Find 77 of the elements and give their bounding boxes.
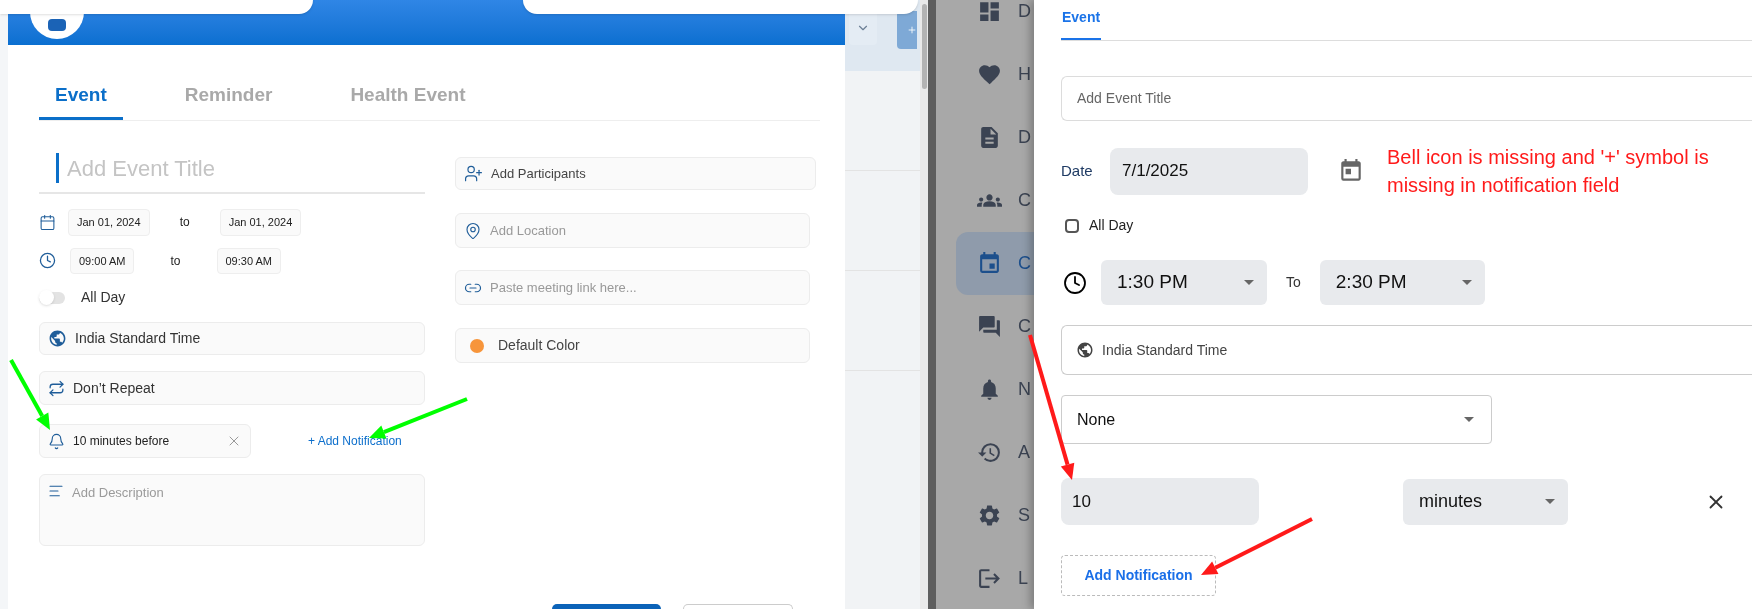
location-field[interactable]: Add Location [455,213,810,248]
sidebar-item[interactable]: L [956,547,1034,609]
date-chip[interactable]: 09:00 AM [70,247,135,274]
calendar-icon [977,251,1002,276]
sidebar-item[interactable]: C [956,295,1034,358]
sidebar-item[interactable]: C [956,169,1034,232]
range-separator: to [179,214,190,232]
tab[interactable]: Event [1061,0,1102,40]
dropdown-icon [1244,280,1254,285]
dropdown-icon [1461,280,1472,285]
add-button[interactable] [897,11,917,49]
date-chip[interactable]: Jan 01, 2024 [68,209,150,236]
repeat-select[interactable]: None [1061,395,1492,444]
tab[interactable]: Event [39,73,123,120]
secondary-button[interactable] [683,604,793,609]
chat-icon [977,314,1002,339]
annotation-note: Bell icon is missing and '+' symbol is missing in notification field [1387,145,1710,198]
start-time-select[interactable]: 1:30 PM [1101,260,1267,305]
history-icon [977,440,1002,465]
description-field[interactable]: Add Description [39,474,425,546]
plus-icon [907,25,917,35]
repeat-field[interactable]: Don’t Repeat [39,371,425,405]
logout-icon [977,566,1002,591]
calendar-icon [39,213,56,231]
meeting-link-input[interactable]: Paste meeting link here... [490,277,750,298]
heart-icon [977,62,1002,87]
sidebar-item[interactable]: N [956,358,1034,421]
add-person-icon [464,164,483,183]
dashboard-icon [977,0,1002,24]
timezone-field[interactable]: India Standard Time [1061,325,1752,375]
globe-icon [1076,341,1094,359]
date-label: Date [1061,160,1094,181]
time-separator: To [1286,273,1301,292]
range-separator: to [170,252,181,270]
calendar-icon[interactable] [1338,158,1364,184]
all-day-toggle[interactable] [39,291,65,304]
settings-icon [977,503,1002,528]
sidebar-item[interactable]: D [956,0,1034,43]
timezone-field[interactable]: India Standard Time [39,322,425,355]
description-input[interactable]: Add Description [72,483,372,503]
location-pin-icon [464,221,482,240]
title-field[interactable]: Add Event Title [39,144,425,194]
repeat-icon [48,379,65,397]
amount-input[interactable]: 10 [1072,488,1242,515]
primary-button[interactable] [552,604,661,609]
sidebar-item[interactable]: S [956,484,1034,547]
title-input[interactable]: Add Event Title [67,151,387,185]
notification-field[interactable]: 10 minutes before [39,424,251,458]
add-notification-link[interactable]: + Add Notification [308,432,402,450]
meeting-link-field[interactable]: Paste meeting link here... [455,270,810,305]
title-field[interactable]: Add Event Title [1061,76,1752,121]
color-field[interactable]: Default Color [455,328,810,363]
end-time-select[interactable]: 2:30 PM [1319,260,1485,305]
date-input[interactable]: 7/1/2025 [1122,158,1292,184]
clock-icon [39,252,56,270]
dropdown-icon [1464,417,1474,422]
date-chip[interactable]: Jan 01, 2024 [219,209,302,236]
all-day-checkbox[interactable] [1065,218,1079,233]
clock-icon [1063,270,1087,295]
sidebar-item[interactable]: D [956,106,1034,169]
sidebar-item[interactable]: A [956,421,1034,484]
title-input[interactable]: Add Event Title [1077,88,1477,109]
participants-input[interactable]: Add Participants [491,163,751,184]
date-chip[interactable]: 09:30 AM [216,247,281,274]
unit-select[interactable]: minutes [1403,478,1568,525]
amount-field[interactable]: 10 [1061,478,1259,525]
annotation-arrow [9,359,50,430]
all-day-label: All Day [81,288,126,307]
sidebar-item[interactable]: H [956,43,1034,106]
bell-icon [48,432,65,450]
date-field[interactable]: 7/1/2025 [1110,147,1308,195]
text-lines-icon [48,483,64,499]
globe-icon [48,329,67,348]
participants-field[interactable]: Add Participants [455,157,816,190]
dropdown-icon [1545,499,1555,504]
location-input[interactable]: Add Location [490,220,750,241]
all-day-label: All Day [1089,216,1134,235]
